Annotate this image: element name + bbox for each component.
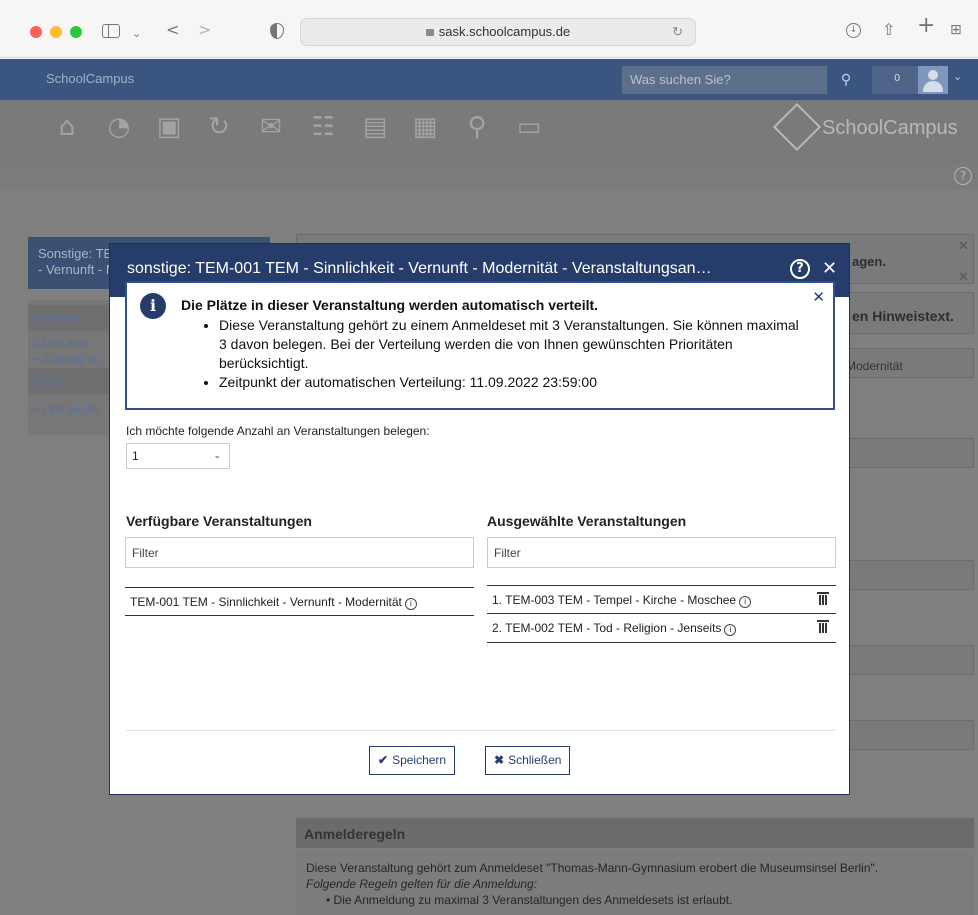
courses-icon[interactable]: ▣ (154, 112, 184, 142)
info-icon: i (140, 293, 166, 319)
selected-filter-input[interactable]: Filter (487, 537, 836, 568)
info-title: Die Plätze in dieser Veranstaltung werde… (181, 297, 599, 313)
sidebar-toggle-icon[interactable] (102, 24, 120, 38)
calendar-icon[interactable]: ▦ (410, 112, 440, 142)
sync-icon[interactable]: ↻ (204, 112, 234, 142)
minimize-window-button[interactable] (50, 26, 62, 38)
avatar[interactable] (918, 66, 948, 94)
selected-courses-title: Ausgewählte Veranstaltungen (487, 513, 687, 529)
course-count-label: Ich möchte folgende Anzahl an Veranstalt… (126, 424, 430, 438)
save-button[interactable]: ✔ Speichern (369, 746, 456, 775)
community-icon[interactable]: ☷ (308, 112, 338, 142)
info-icon[interactable]: i (404, 598, 417, 610)
close-icon[interactable]: ✕ (958, 270, 969, 285)
help-icon[interactable]: ? (954, 167, 972, 185)
close-window-button[interactable] (30, 26, 42, 38)
close-icon: ✖ (494, 753, 505, 767)
rules-heading: Anmelderegeln (296, 818, 974, 848)
brand-logo-text: SchoolCampus (822, 117, 958, 139)
reload-icon[interactable]: ↻ (672, 19, 683, 45)
info-icon[interactable]: i (724, 624, 737, 636)
dialog-title: sonstige: TEM-001 TEM - Sinnlichkeit - V… (127, 260, 712, 277)
rules-body: Diese Veranstaltung gehört zum Anmeldese… (296, 850, 974, 915)
divider (126, 730, 835, 731)
notice-text: agen. (852, 254, 886, 269)
brand-name[interactable]: SchoolCampus (46, 71, 134, 86)
link-icon: ∞ (30, 402, 42, 416)
checkmark-icon: ✔ (378, 753, 389, 767)
available-courses-title: Verfügbare Veranstaltungen (126, 513, 312, 529)
close-icon[interactable]: ✕ (958, 239, 969, 254)
info-list: Diese Veranstaltung gehört zu einem Anme… (219, 316, 799, 392)
browser-toolbar: ⌄ < > sask.schoolcampus.de ↻ ↓ ⇧ + ⊞ (0, 0, 978, 58)
search-input[interactable]: Was suchen Sie? (622, 66, 827, 94)
home-icon[interactable]: ⌂ (52, 112, 82, 142)
close-info-button[interactable]: ✕ (812, 288, 825, 306)
help-icon[interactable]: ? (790, 259, 810, 279)
course-count-value: 1 (132, 449, 139, 463)
trash-icon[interactable] (817, 620, 829, 633)
profile-icon[interactable]: ▤ (360, 112, 390, 142)
print-link[interactable]: ⎙ Drucken (30, 335, 88, 350)
notice-text-2: en Hinweistext. (852, 308, 954, 324)
trash-icon[interactable] (817, 592, 829, 605)
chevron-down-icon[interactable]: ⌄ (953, 70, 962, 83)
available-course-item[interactable]: TEM-001 TEM - Sinnlichkeit - Vernunft - … (125, 587, 474, 616)
search-icon[interactable]: ⚲ (462, 112, 492, 142)
selected-course-item[interactable]: 2. TEM-002 TEM - Tod - Religion - Jensei… (487, 614, 836, 643)
dashboard-icon[interactable]: ◔ (104, 112, 134, 142)
tab-overview-icon[interactable]: ⊞ (950, 20, 962, 40)
tools-icon[interactable]: ▭ (514, 112, 544, 142)
help-bar (0, 165, 978, 189)
lock-icon (425, 29, 434, 36)
forward-arrow-icon[interactable]: > (198, 20, 211, 40)
back-arrow-icon[interactable]: < (166, 20, 179, 40)
registration-dialog: sonstige: TEM-001 TEM - Sinnlichkeit - V… (109, 243, 850, 795)
info-bullet: Zeitpunkt der automatischen Verteilung: … (219, 373, 799, 392)
info-bullet: Diese Veranstaltung gehört zu einem Anme… (219, 316, 799, 373)
address-bar[interactable]: sask.schoolcampus.de ↻ (300, 18, 696, 46)
url-text: sask.schoolcampus.de (438, 24, 571, 39)
access-link[interactable]: ⇥ Zugang zu (30, 352, 100, 366)
new-tab-icon[interactable]: + (917, 15, 935, 37)
selected-course-item[interactable]: 1. TEM-003 TEM - Tempel - Kirche - Mosch… (487, 585, 836, 614)
available-filter-input[interactable]: Filter (125, 537, 474, 568)
chevron-down-icon[interactable]: ⌄ (132, 24, 141, 44)
login-icon: ⇥ (30, 352, 44, 366)
rules-subheading: Folgende Regeln gelten für die Anmeldung… (306, 877, 538, 891)
close-dialog-button[interactable]: ✕ (822, 258, 837, 279)
print-icon: ⎙ (30, 335, 43, 349)
rule-item: • Die Anmeldung zu maximal 3 Veranstaltu… (326, 893, 733, 907)
search-icon[interactable]: ⚲ (829, 66, 863, 94)
share-icon[interactable]: ⇧ (882, 20, 895, 40)
mail-icon[interactable]: ✉ (256, 112, 286, 142)
chevron-down-icon: ⌄ (213, 450, 221, 460)
privacy-shield-icon[interactable] (270, 23, 284, 39)
rules-text: Diese Veranstaltung gehört zum Anmeldese… (306, 861, 879, 875)
info-icon[interactable]: i (739, 596, 752, 608)
course-count-select[interactable]: 1 ⌄ (126, 443, 230, 469)
window-controls (30, 26, 82, 38)
download-icon[interactable]: ↓ (846, 23, 861, 38)
info-message: i ✕ Die Plätze in dieser Veranstaltung w… (125, 281, 835, 410)
share-link[interactable]: ∞ Link zu die (30, 402, 99, 416)
notification-count[interactable]: 0 (872, 66, 918, 94)
close-button[interactable]: ✖ Schließen (485, 746, 571, 775)
zoom-window-button[interactable] (70, 26, 82, 38)
